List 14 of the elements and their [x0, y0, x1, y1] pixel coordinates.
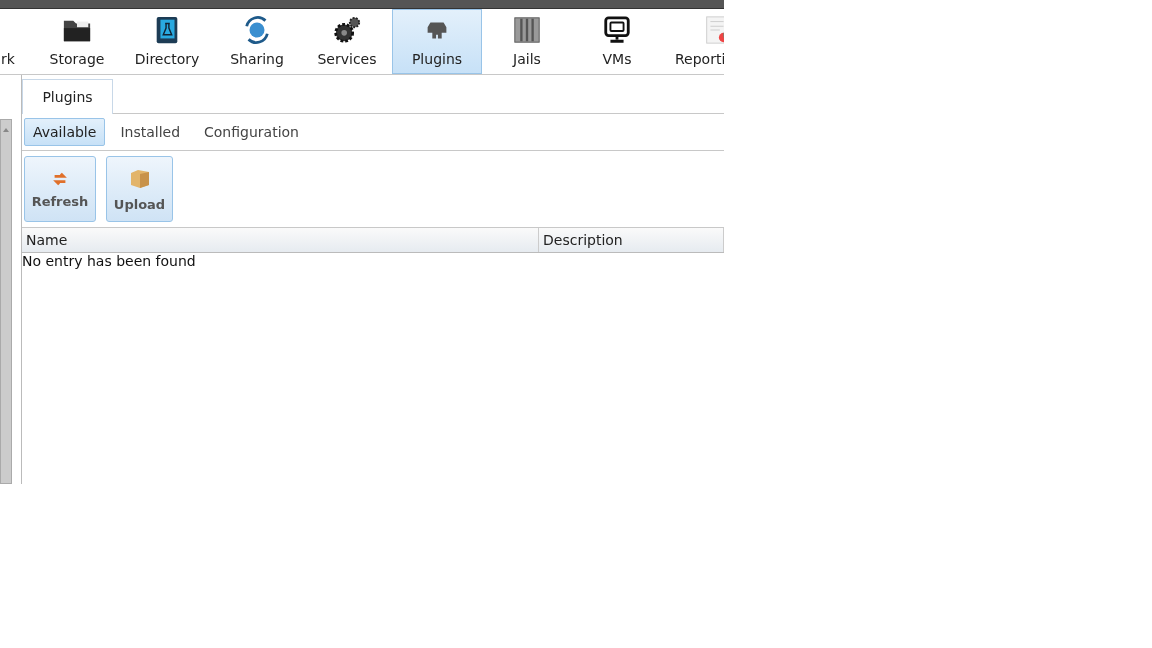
subtab[interactable]: Available	[24, 118, 106, 146]
toolbar-button[interactable]: Plugins	[392, 9, 482, 74]
scrollbar[interactable]	[0, 119, 12, 484]
column-header[interactable]: Name	[22, 228, 539, 252]
bars-icon	[511, 15, 543, 45]
action-button[interactable]: Upload	[106, 156, 173, 222]
action-button[interactable]: Refresh	[24, 156, 96, 222]
monitor-icon	[601, 15, 633, 45]
empty-message: No entry has been found	[22, 253, 197, 269]
column-header[interactable]: Description	[539, 228, 724, 252]
subtab[interactable]: Configuration	[195, 118, 308, 146]
subtab[interactable]: Installed	[111, 118, 190, 146]
plugins-tab[interactable]: Plugins	[22, 79, 113, 114]
gears-icon	[331, 15, 363, 45]
